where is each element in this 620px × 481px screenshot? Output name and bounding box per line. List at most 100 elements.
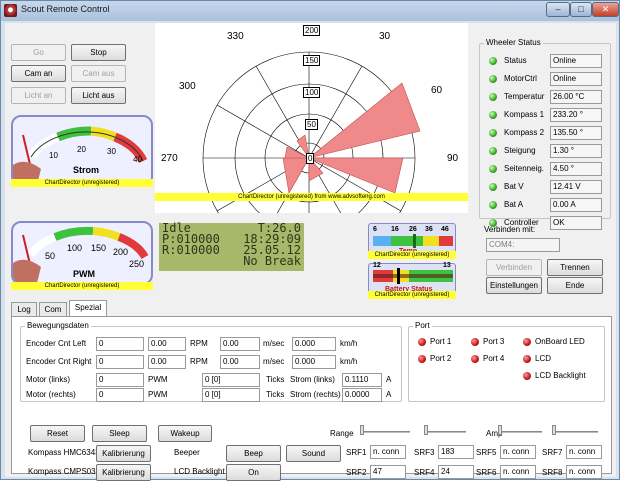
lcd-backlight-label[interactable]: LCD Backlight bbox=[535, 371, 586, 380]
motor-ticks-field[interactable]: 0 [0] bbox=[202, 388, 260, 402]
licht-an-button[interactable]: Licht an bbox=[11, 87, 66, 104]
tab-spezial[interactable]: Spezial bbox=[69, 300, 107, 316]
motor-row-label: Motor (links) bbox=[26, 375, 71, 384]
motor-current-field[interactable]: 0.1110 bbox=[342, 373, 382, 387]
motor-pwm-field[interactable]: 0 bbox=[96, 388, 144, 402]
lcd-led bbox=[523, 355, 531, 363]
sound-button[interactable]: Sound bbox=[286, 445, 341, 462]
wheeler-status-led bbox=[489, 183, 497, 191]
tab-log[interactable]: Log bbox=[11, 302, 37, 316]
title-bar: Scout Remote Control – □ ✕ bbox=[1, 1, 619, 21]
port-1-led bbox=[418, 338, 426, 346]
srf-value-field: n. conn bbox=[370, 445, 406, 459]
encoder-kmh-field[interactable]: 0.000 bbox=[292, 337, 336, 351]
srf-label: SRF6 bbox=[476, 468, 497, 477]
onboard-led-led bbox=[523, 338, 531, 346]
rpm-unit: RPM bbox=[190, 357, 208, 366]
srf-label: SRF8 bbox=[542, 468, 563, 477]
polar-angle-90: 90 bbox=[447, 153, 459, 164]
srf5-range-slider[interactable] bbox=[498, 425, 542, 435]
lcd-display: Idle T:26.0 P:010000 18:29:09 R:010000 25.0… bbox=[159, 222, 304, 271]
wakeup-button[interactable]: Wakeup bbox=[158, 425, 212, 442]
srf-value-field: n. conn bbox=[566, 445, 602, 459]
sleep-button[interactable]: Sleep bbox=[92, 425, 147, 442]
encoder-kmh-field[interactable]: 0.000 bbox=[292, 355, 336, 369]
beep-button[interactable]: Beep bbox=[226, 445, 281, 462]
srf1-range-slider[interactable] bbox=[360, 425, 410, 435]
temp-tick-16: 16 bbox=[391, 226, 399, 233]
stop-button[interactable]: Stop bbox=[71, 44, 126, 61]
pwm-gauge: 50 100 150 200 250 PWM bbox=[11, 221, 153, 285]
polar-radial-50: 50 bbox=[305, 119, 318, 130]
lcd-backlight-on-button[interactable]: On bbox=[226, 464, 281, 481]
motor-ticks-field[interactable]: 0 [0] bbox=[202, 373, 260, 387]
srf-value-field: 183 bbox=[438, 445, 474, 459]
minimize-button[interactable]: – bbox=[546, 2, 570, 17]
encoder-rpm-field[interactable]: 0.00 bbox=[148, 355, 186, 369]
encoder-count-field[interactable]: 0 bbox=[96, 337, 144, 351]
pwm-tick-150: 150 bbox=[91, 243, 107, 253]
encoder-count-field[interactable]: 0 bbox=[96, 355, 144, 369]
einstellungen-button[interactable]: Einstellungen bbox=[486, 277, 542, 294]
range-label: Range bbox=[330, 429, 354, 438]
go-button[interactable]: Go bbox=[11, 44, 66, 61]
encoder-rpm-field[interactable]: 0.00 bbox=[148, 337, 186, 351]
motor-current-field[interactable]: 0.0000 bbox=[342, 388, 382, 402]
polar-angle-60: 60 bbox=[431, 85, 443, 96]
ticks-unit: Ticks bbox=[266, 390, 285, 399]
srf3-range-slider[interactable] bbox=[424, 425, 466, 435]
polar-radial-100: 100 bbox=[303, 87, 321, 98]
port-title: Port bbox=[413, 321, 432, 330]
cam-an-button[interactable]: Cam an bbox=[11, 65, 66, 82]
lcd-backlight-led bbox=[523, 372, 531, 380]
kalibrierung-cmps-button[interactable]: Kalibrierung bbox=[96, 464, 151, 481]
kompass-cmps-label: Kompass CMPS03 bbox=[28, 467, 96, 476]
port-3-label[interactable]: Port 3 bbox=[483, 337, 504, 346]
strom-watermark: ChartDirector (unregistered) bbox=[11, 179, 153, 187]
temp-tick-6: 6 bbox=[373, 226, 377, 233]
licht-aus-button[interactable]: Licht aus bbox=[71, 87, 126, 104]
pwm-watermark: ChartDirector (unregistered) bbox=[11, 282, 153, 290]
maximize-button[interactable]: □ bbox=[570, 2, 592, 17]
close-button[interactable]: ✕ bbox=[592, 2, 619, 17]
lcd-label[interactable]: LCD bbox=[535, 354, 551, 363]
window-title: Scout Remote Control bbox=[21, 4, 110, 14]
polar-angle-30: 30 bbox=[379, 31, 391, 42]
battery-marker bbox=[397, 268, 400, 284]
kalibrierung-hmc-button[interactable]: Kalibrierung bbox=[96, 445, 151, 462]
pwm-label: PWM bbox=[73, 269, 95, 279]
reset-button[interactable]: Reset bbox=[30, 425, 85, 442]
pwm-tick-200: 200 bbox=[113, 247, 129, 257]
lcd-line-4-right: No Break bbox=[243, 254, 301, 268]
srf-value-field: 24 bbox=[438, 465, 474, 479]
verbinden-button[interactable]: Verbinden bbox=[486, 259, 542, 276]
srf7-range-slider[interactable] bbox=[552, 425, 598, 435]
encoder-speed-field[interactable]: 0.00 bbox=[220, 337, 260, 351]
polar-chart-svg bbox=[202, 51, 421, 265]
wheeler-status-led bbox=[489, 57, 497, 65]
wheeler-status-title: Wheeler Status bbox=[484, 38, 543, 47]
port-1-label[interactable]: Port 1 bbox=[430, 337, 451, 346]
encoder-speed-field[interactable]: 0.00 bbox=[220, 355, 260, 369]
port-field[interactable]: COM4: bbox=[486, 238, 560, 252]
motor-pwm-field[interactable]: 0 bbox=[96, 373, 144, 387]
port-4-label[interactable]: Port 4 bbox=[483, 354, 504, 363]
client-area: Go Stop Cam an Cam aus Licht an Licht au… bbox=[5, 23, 616, 481]
cam-aus-button[interactable]: Cam aus bbox=[71, 65, 126, 82]
lcd-line-4: No Break bbox=[159, 254, 304, 268]
rpm-unit: RPM bbox=[190, 339, 208, 348]
wheeler-status-value: 1.30 ° bbox=[550, 144, 602, 158]
tab-panel-spezial: Bewegungsdaten Encoder Cnt Left 0 0.00 RPM 0… bbox=[11, 316, 612, 481]
wheeler-status-label: Steigung bbox=[504, 146, 536, 155]
srf-label: SRF4 bbox=[414, 468, 435, 477]
onboard-led-label[interactable]: OnBoard LED bbox=[535, 337, 585, 346]
ende-button[interactable]: Ende bbox=[547, 277, 603, 294]
port-2-label[interactable]: Port 2 bbox=[430, 354, 451, 363]
app-window: Scout Remote Control – □ ✕ Go Stop Cam a… bbox=[0, 0, 620, 481]
trennen-button[interactable]: Trennen bbox=[547, 259, 603, 276]
wheeler-status-label: Seitenneig. bbox=[504, 164, 545, 173]
temp-watermark: ChartDirector (unregistered) bbox=[368, 251, 456, 259]
tab-com[interactable]: Com bbox=[39, 302, 67, 316]
motor-row-label: Motor (rechts) bbox=[26, 390, 76, 399]
strom-row-label: Strom (links) bbox=[290, 375, 335, 384]
